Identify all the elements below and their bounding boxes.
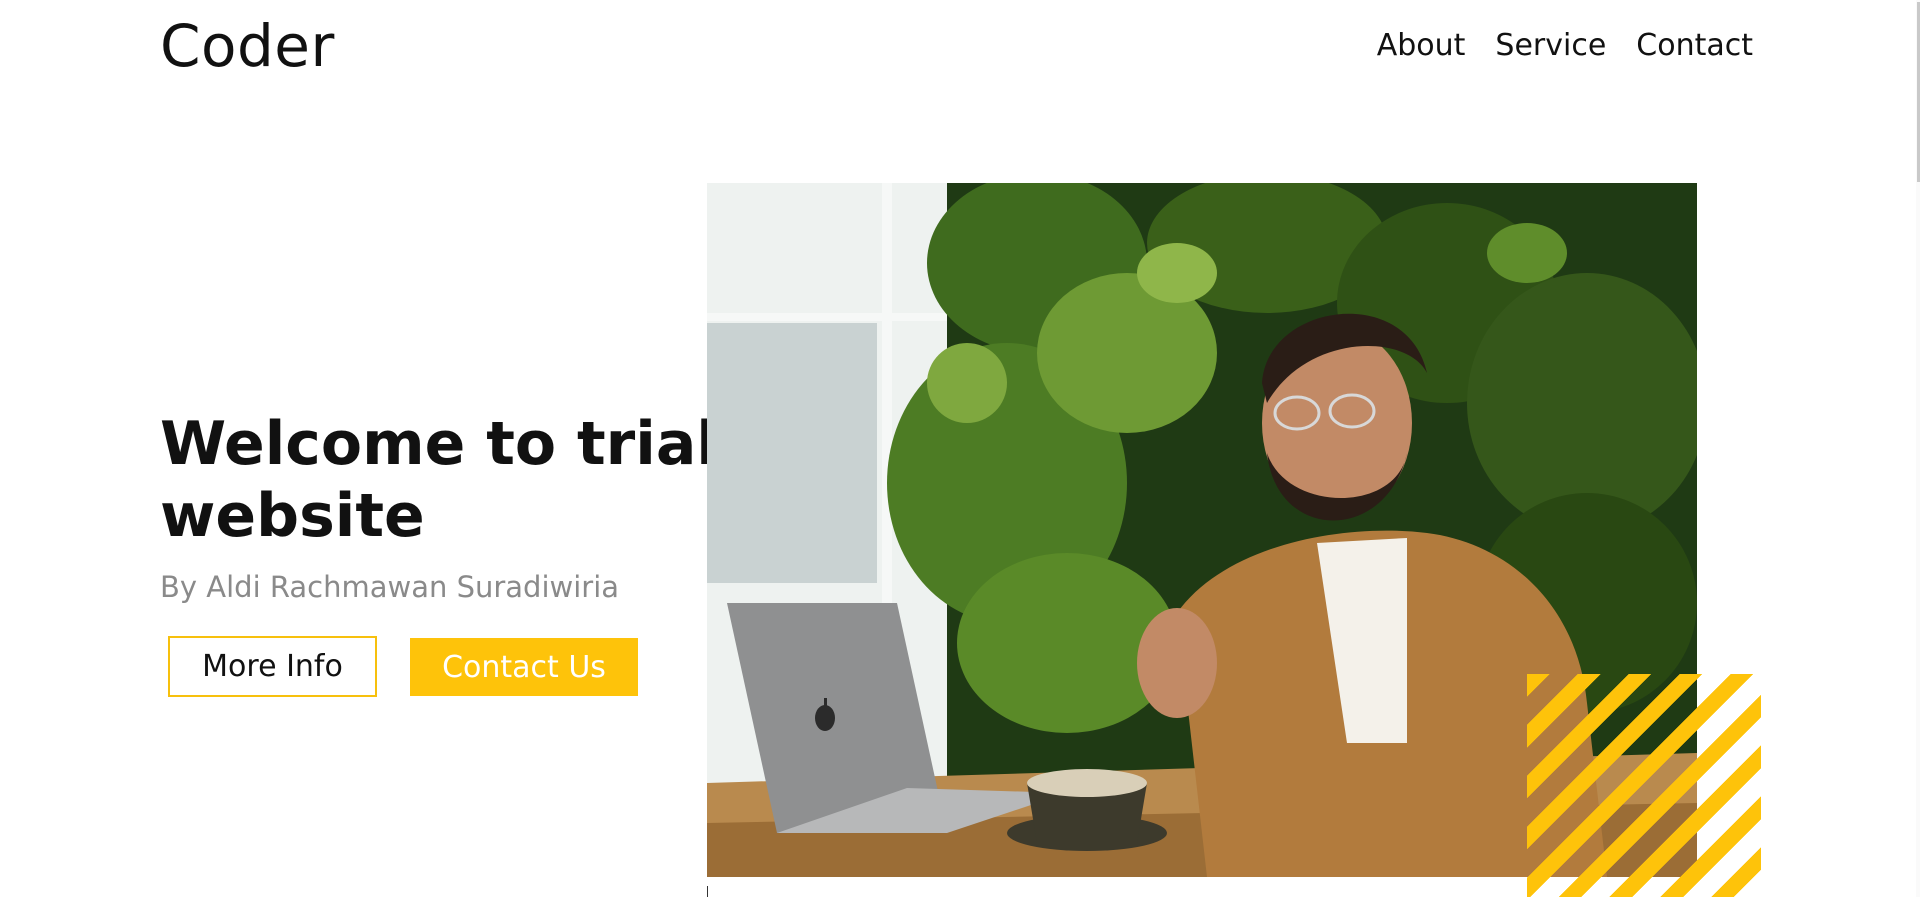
contact-us-button[interactable]: Contact Us (410, 638, 638, 696)
site-logo[interactable]: Coder (160, 12, 335, 80)
scrollbar[interactable] (1916, 0, 1920, 897)
nav-link-service[interactable]: Service (1495, 24, 1606, 68)
hero-title: Welcome to trial website (160, 409, 717, 551)
main-nav: About Service Contact (1377, 24, 1753, 68)
hero-subtitle: By Aldi Rachmawan Suradiwiria (160, 570, 620, 604)
nav-link-about[interactable]: About (1377, 24, 1466, 68)
text-caret (707, 886, 708, 897)
nav-link-contact[interactable]: Contact (1636, 24, 1753, 68)
decorative-stripes (1527, 674, 1761, 897)
more-info-button[interactable]: More Info (168, 636, 377, 697)
page: Coder About Service Contact Welcome to t… (0, 0, 1920, 897)
